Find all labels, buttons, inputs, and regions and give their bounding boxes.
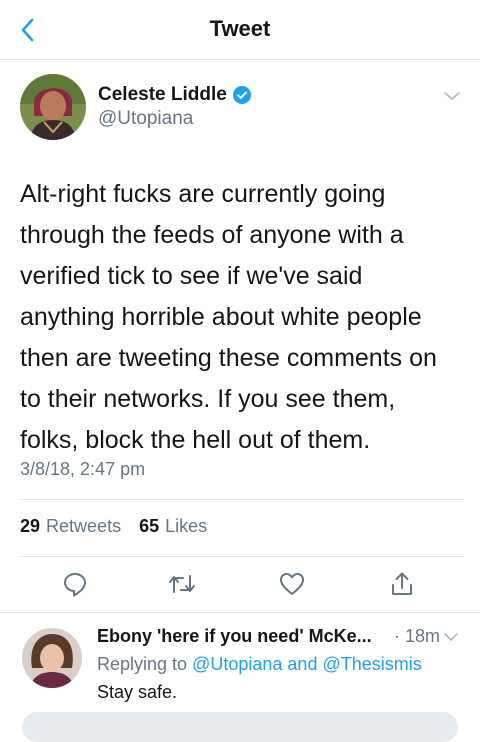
share-icon[interactable]: [386, 568, 418, 600]
retweet-icon[interactable]: [166, 568, 198, 600]
like-label[interactable]: Likes: [165, 516, 207, 537]
reply-time: · 18m: [394, 626, 441, 646]
reply-author-name[interactable]: Ebony 'here if you need' McKe...: [97, 626, 372, 647]
replying-to-line: Replying to @Utopiana and @Thesismis: [97, 654, 422, 675]
tweet-stats: 29 Retweets 65 Likes: [20, 516, 207, 537]
and-label: and: [287, 654, 318, 674]
tweet-timestamp: 3/8/18, 2:47 pm: [20, 459, 146, 479]
divider: [0, 612, 480, 613]
tweet-text: Alt-right fucks are currently going thro…: [20, 180, 437, 454]
retweet-label[interactable]: Retweets: [46, 516, 121, 537]
tweet-action-bar: [0, 568, 480, 600]
page-title: Tweet: [209, 16, 271, 41]
divider: [20, 499, 464, 500]
mention-link[interactable]: @Utopiana: [192, 654, 282, 674]
retweet-count[interactable]: 29: [20, 516, 40, 537]
reply-text: Stay safe.: [97, 682, 178, 702]
verified-badge-icon: [232, 86, 251, 104]
like-icon[interactable]: [276, 568, 308, 600]
chevron-down-icon[interactable]: [441, 88, 463, 104]
author-avatar[interactable]: [20, 74, 86, 140]
author-handle[interactable]: @Utopiana: [98, 108, 193, 130]
author-name-text[interactable]: Celeste Liddle: [98, 84, 227, 106]
divider: [20, 556, 464, 557]
reply-avatar[interactable]: [22, 628, 82, 688]
chevron-down-icon[interactable]: [442, 630, 460, 644]
top-nav-bar: Tweet: [0, 0, 480, 60]
mention-link[interactable]: @Thesismis: [322, 654, 421, 674]
like-count[interactable]: 65: [139, 516, 159, 537]
reply-input[interactable]: [22, 712, 458, 742]
reply-icon[interactable]: [59, 568, 91, 600]
author-name[interactable]: Celeste Liddle: [98, 84, 251, 106]
replying-to-label: Replying to: [97, 654, 188, 674]
